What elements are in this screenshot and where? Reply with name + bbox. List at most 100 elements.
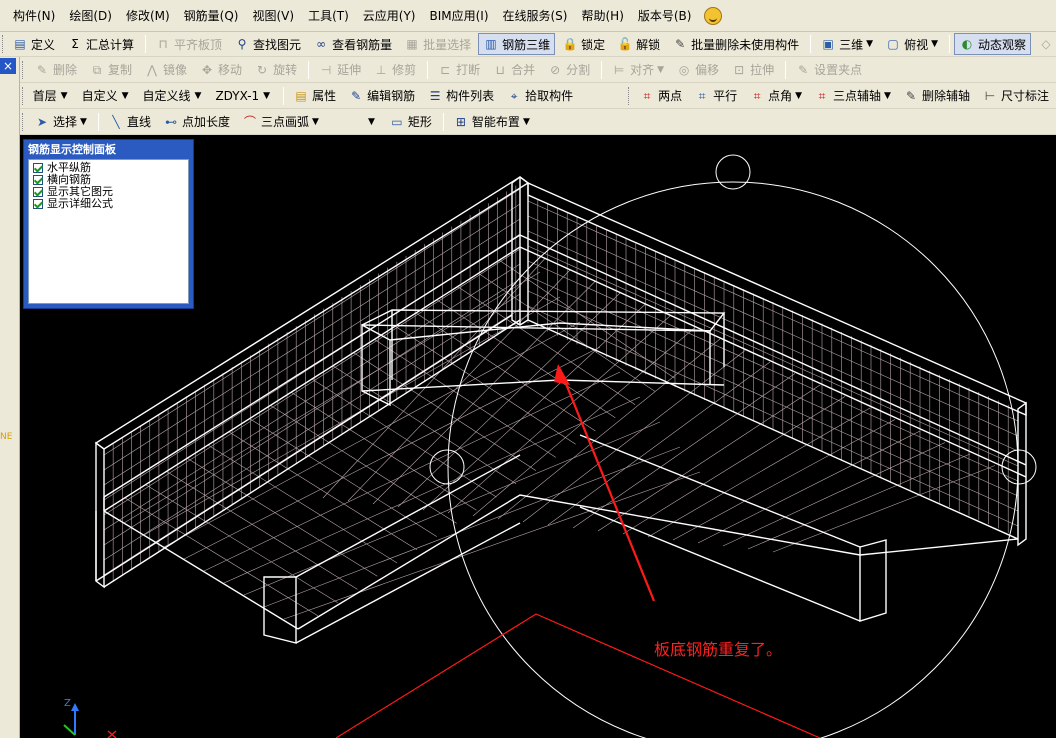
menu-item-component[interactable]: 构件(N) xyxy=(6,0,62,31)
split-button[interactable]: ⊘ 分割 xyxy=(542,59,595,81)
binoculars-button[interactable]: ⚲ 查找图元 xyxy=(229,33,306,55)
define-button[interactable]: ▤ 定义 xyxy=(7,33,60,55)
menu-item-tools[interactable]: 工具(T) xyxy=(301,0,356,31)
sigma-button[interactable]: Σ 汇总计算 xyxy=(62,33,139,55)
rotate-button[interactable]: ↻ 旋转 xyxy=(249,59,302,81)
batch-select-icon: ▦ xyxy=(406,37,418,51)
delete-button-label: 删除 xyxy=(53,63,78,77)
menu-item-modify[interactable]: 修改(M) xyxy=(119,0,177,31)
menu-item-online[interactable]: 在线服务(S) xyxy=(496,0,575,31)
pick-component-button-label: 拾取构件 xyxy=(525,89,574,103)
component-list-button[interactable]: ☰ 构件列表 xyxy=(422,85,499,107)
extend-button[interactable]: ⊣ 延伸 xyxy=(313,59,366,81)
floor-select-value: 首层 xyxy=(32,89,57,103)
align-icon: ⊨ xyxy=(613,62,625,77)
rebar-3d-button[interactable]: ▥ 钢筋三维 xyxy=(478,33,556,55)
edit-rebar-button[interactable]: ✎ 编辑钢筋 xyxy=(343,85,420,107)
batch-delete-button[interactable]: ✎ 批量删除未使用构件 xyxy=(667,33,804,55)
orbit-handle-right[interactable] xyxy=(1001,449,1037,485)
select-button[interactable]: ➤ 选择 ▼ xyxy=(29,111,92,133)
orbit-handle-left[interactable] xyxy=(429,449,465,485)
stretch-button[interactable]: ⊡ 拉伸 xyxy=(726,59,779,81)
orbit-handle-top[interactable] xyxy=(715,154,751,190)
properties-button[interactable]: ▤ 属性 xyxy=(288,85,341,107)
batch-select-button[interactable]: ▦ 批量选择 xyxy=(399,33,476,55)
line-button[interactable]: ╲ 直线 xyxy=(103,111,156,133)
checkbox[interactable] xyxy=(33,187,43,197)
menu-item-draw[interactable]: 绘图(D) xyxy=(62,0,119,31)
orbit-button[interactable]: ◐ 动态观察 xyxy=(954,33,1032,55)
arc-button[interactable]: ⌒ 三点画弧 ▼ xyxy=(237,111,324,133)
dimension-button[interactable]: ⊢ 尺寸标注 xyxy=(977,85,1054,107)
mirror-button[interactable]: ⋀ 镜像 xyxy=(139,59,192,81)
panel-option-label: 显示详细公式 xyxy=(47,197,113,210)
subtype-select[interactable]: 自定义线 ▼ xyxy=(137,85,207,106)
toolbar-grip xyxy=(22,112,25,131)
rectangle-button[interactable]: ▭ 矩形 xyxy=(384,111,437,133)
rebar-3d-button-label: 钢筋三维 xyxy=(502,37,551,52)
grip-point-button[interactable]: ✎ 设置夹点 xyxy=(790,59,867,81)
top-view-button[interactable]: ▢ 俯视 ▼ xyxy=(880,33,943,55)
parallel-button[interactable]: ⌗ 平行 xyxy=(689,85,742,107)
delete-button[interactable]: ✎ 删除 xyxy=(29,59,82,81)
toolbar-separator xyxy=(601,60,603,79)
align-button[interactable]: ⊨ 对齐 ▼ xyxy=(606,59,669,81)
chevron-down-icon: ▼ xyxy=(121,90,129,101)
point-angle-button[interactable]: ⌗ 点角 ▼ xyxy=(744,85,807,107)
smart-layout-button[interactable]: ⊞ 智能布置 ▼ xyxy=(448,111,535,133)
smiley-icon[interactable] xyxy=(704,6,723,25)
arc-mode-select[interactable]: ▼ xyxy=(325,111,380,132)
chevron-down-icon: ▼ xyxy=(60,90,68,101)
grip-point-button-label: 设置夹点 xyxy=(814,63,863,77)
chevron-down-icon: ▼ xyxy=(884,90,891,101)
3d-viewport[interactable]: Z 钢筋显示控制面板 水平纵筋 横向钢筋 显示其它图元 显示详细公式 板底钢筋重复了。 xyxy=(20,135,1056,738)
axis-actions: ⌗ 两点 ⌗ 平行 ⌗ 点角 ▼ ⌗ 三点辅轴 ▼ ✎ 删除辅轴 ⊢ 尺寸标注 xyxy=(634,85,1056,107)
copy-button[interactable]: ⧉ 复制 xyxy=(84,59,137,81)
point-length-button[interactable]: ⊷ 点加长度 xyxy=(158,111,235,133)
trim-button-label: 修剪 xyxy=(392,63,417,77)
two-point-button[interactable]: ⌗ 两点 xyxy=(634,85,687,107)
menu-item-bim[interactable]: BIM应用(I) xyxy=(422,0,495,31)
unlock-button[interactable]: 🔓 解锁 xyxy=(612,33,665,55)
lock-button[interactable]: 🔒 锁定 xyxy=(557,33,610,55)
rebar-line xyxy=(353,352,537,471)
left-beam-end xyxy=(263,576,297,644)
move-button-label: 移动 xyxy=(218,63,243,77)
break-button[interactable]: ⊏ 打断 xyxy=(432,59,485,81)
partial-3d-button[interactable]: ◇局部三维 xyxy=(1033,33,1056,55)
three-point-axis-button[interactable]: ⌗ 三点辅轴 ▼ xyxy=(809,85,896,107)
category-select[interactable]: 自定义 ▼ xyxy=(76,85,134,106)
checkbox[interactable] xyxy=(33,163,43,173)
left-wall-end xyxy=(95,441,105,589)
merge-button[interactable]: ⊔ 合并 xyxy=(487,59,540,81)
checkbox[interactable] xyxy=(33,175,43,185)
copy-icon: ⧉ xyxy=(92,62,102,77)
floor-select[interactable]: 首层 ▼ xyxy=(27,85,73,106)
component-toolbar: 首层 ▼ 自定义 ▼ 自定义线 ▼ ZDYX-1 ▼ ▤ 属性 ✎ 编辑钢筋 ☰ 构件列表… xyxy=(20,83,1056,109)
menu-item-rebar-quantity[interactable]: 钢筋量(Q) xyxy=(177,0,246,31)
ne-label: NE xyxy=(0,432,13,442)
component-select[interactable]: ZDYX-1 ▼ xyxy=(210,85,276,106)
close-icon[interactable]: × xyxy=(0,58,16,74)
pick-component-button[interactable]: ⌖ 拾取构件 xyxy=(501,85,578,107)
delete-axis-button[interactable]: ✎ 删除辅轴 xyxy=(898,85,975,107)
checkbox[interactable] xyxy=(33,199,43,209)
panel-option-row[interactable]: 显示详细公式 xyxy=(33,198,184,210)
menu-item-help[interactable]: 帮助(H) xyxy=(574,0,630,31)
cube-button[interactable]: ▣ 三维 ▼ xyxy=(815,33,878,55)
chevron-down-icon: ▼ xyxy=(866,39,874,49)
move-button[interactable]: ✥ 移动 xyxy=(194,59,247,81)
menu-item-cloud[interactable]: 云应用(Y) xyxy=(356,0,423,31)
break-button-label: 打断 xyxy=(456,63,481,77)
top-view-icon: ▢ xyxy=(887,37,899,51)
trim-button[interactable]: ⊥ 修剪 xyxy=(368,59,421,81)
menu-item-version[interactable]: 版本号(B) xyxy=(631,0,699,31)
menu-item-view[interactable]: 视图(V) xyxy=(245,0,301,31)
view-rebar-button[interactable]: ∞ 查看钢筋量 xyxy=(308,33,397,55)
slab-front-edge-left xyxy=(103,510,299,630)
align-top-button[interactable]: ⊓ 平齐板顶 xyxy=(150,33,227,55)
properties-icon: ▤ xyxy=(295,88,307,103)
toolbar-separator xyxy=(283,86,285,105)
offset-button[interactable]: ◎ 偏移 xyxy=(671,59,724,81)
left-dock-strip xyxy=(0,57,20,738)
